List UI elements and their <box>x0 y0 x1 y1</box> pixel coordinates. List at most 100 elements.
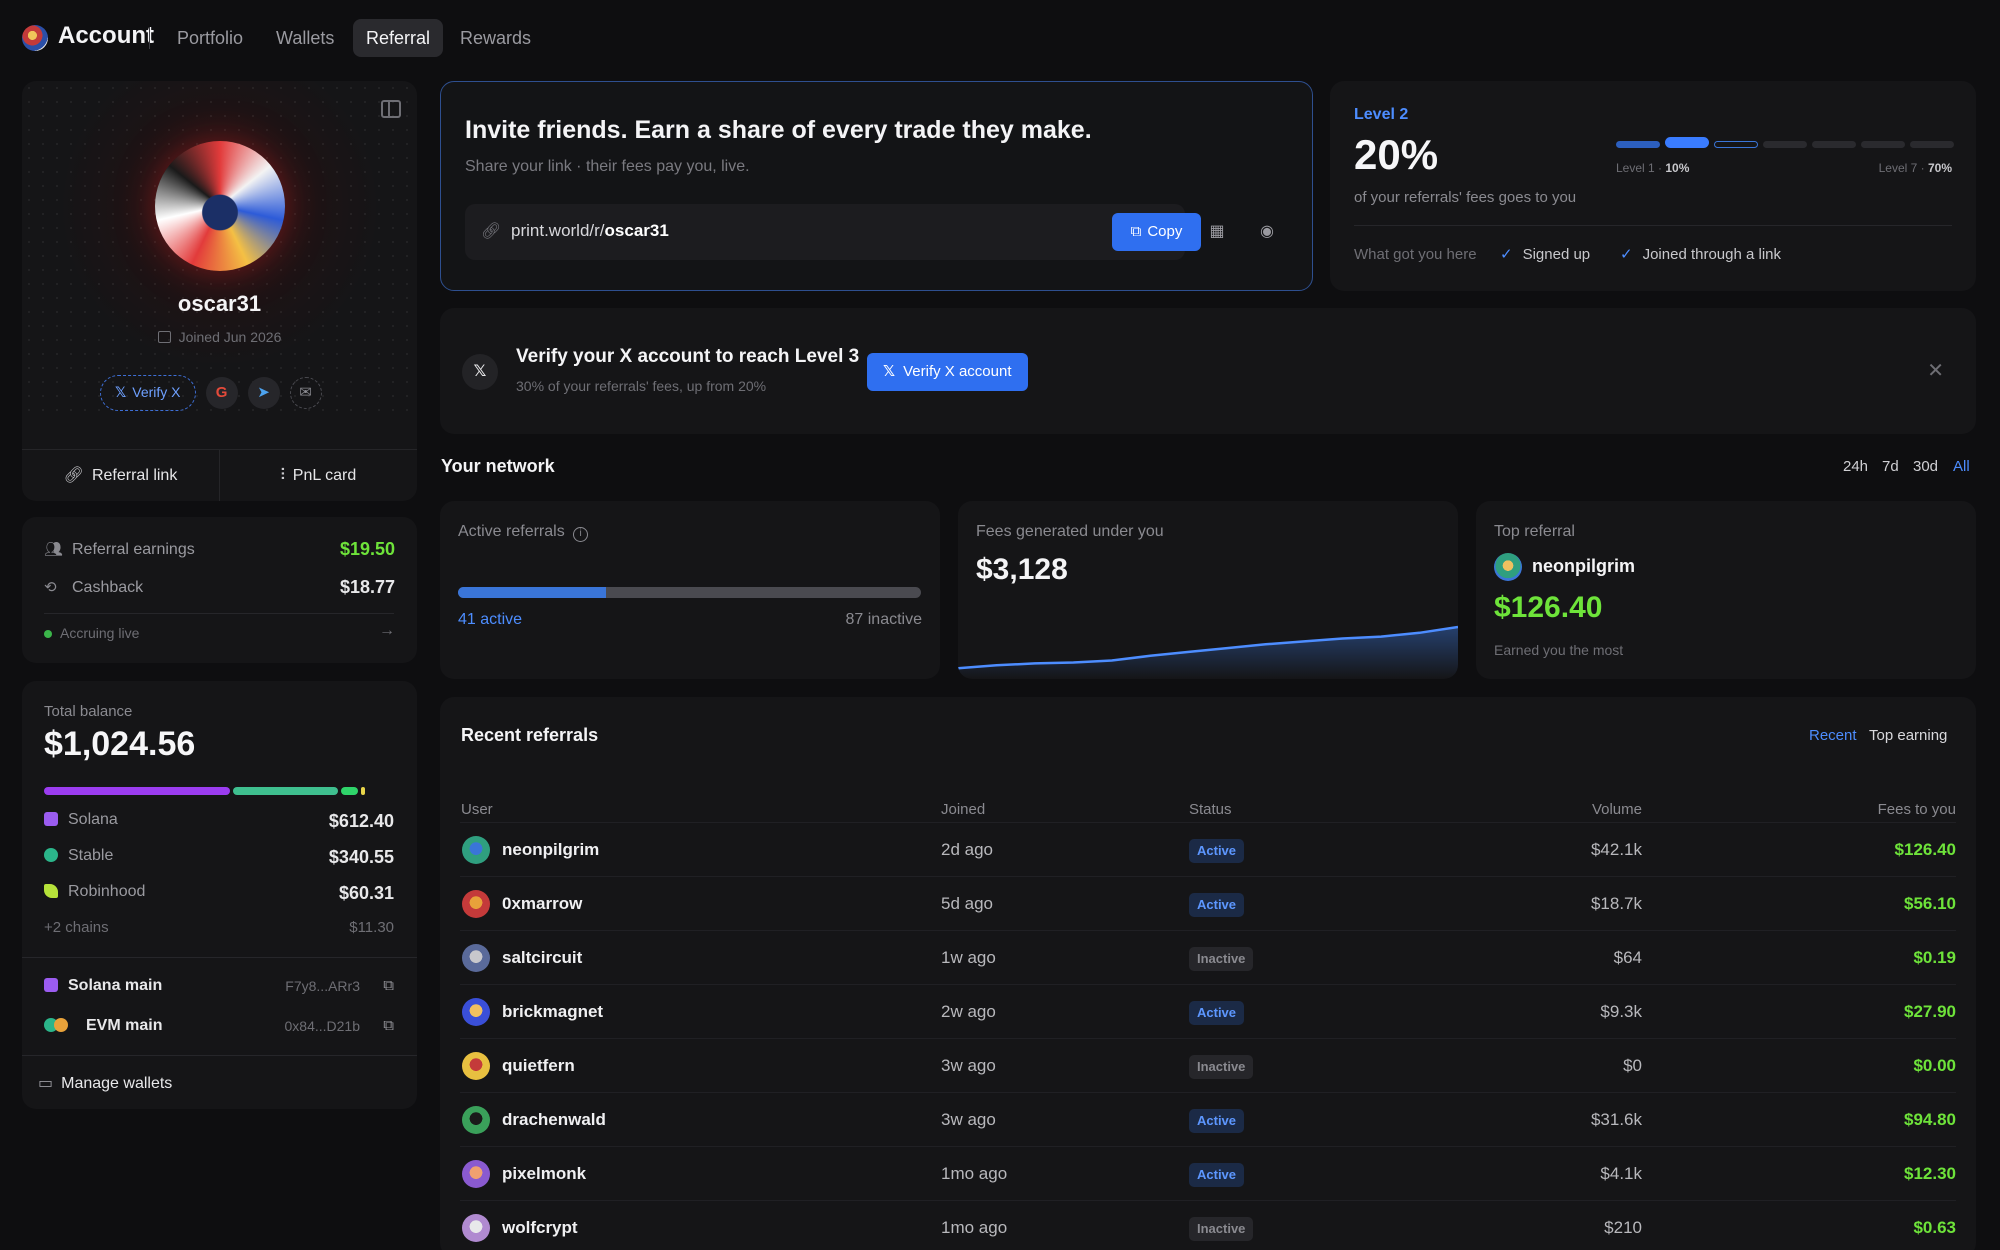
user-avatar <box>462 1160 490 1188</box>
copy-icon: ⧉ <box>1130 223 1142 240</box>
range-24h[interactable]: 24h <box>1843 458 1868 475</box>
accruing-live-label: Accruing live <box>60 625 140 641</box>
level-segment <box>1714 141 1758 148</box>
table-row[interactable]: wolfcrypt 1mo ago Inactive $210 $0.63 <box>460 1200 1956 1250</box>
user-name[interactable]: pixelmonk <box>502 1147 586 1201</box>
fees-trend-area <box>958 627 1458 679</box>
user-name[interactable]: quietfern <box>502 1039 575 1093</box>
user-name[interactable]: neonpilgrim <box>502 823 599 877</box>
column-volume[interactable]: Volume <box>1592 801 1642 818</box>
collapse-sidebar-icon[interactable] <box>381 100 401 118</box>
referral-earnings-label: Referral earnings <box>72 541 195 558</box>
column-status[interactable]: Status <box>1189 801 1232 818</box>
status-badge: Active <box>1189 893 1245 917</box>
range-30d[interactable]: 30d <box>1913 458 1938 475</box>
column-user[interactable]: User <box>461 801 493 818</box>
close-icon[interactable]: ✕ <box>1927 358 1944 383</box>
verify-x-account-label: Verify X account <box>903 363 1012 380</box>
avatar <box>155 141 285 271</box>
volume-cell: $42.1k <box>1590 840 1642 859</box>
reason-signed-up: ✓ Signed up <box>1500 245 1590 263</box>
column-joined[interactable]: Joined <box>941 801 985 818</box>
qr-code-icon[interactable]: ▦ <box>1201 216 1233 248</box>
top-referral-label: Top referral <box>1494 523 1575 540</box>
table-row[interactable]: neonpilgrim 2d ago Active $42.1k $126.40 <box>460 822 1956 876</box>
table-row[interactable]: saltcircuit 1w ago Inactive $64 $0.19 <box>460 930 1956 984</box>
eye-icon[interactable]: ◉ <box>1251 216 1283 248</box>
joined-cell: 3w ago <box>941 1056 996 1075</box>
total-balance-value: $1,024.56 <box>44 725 196 763</box>
tab-recent[interactable]: Recent <box>1809 727 1857 744</box>
more-chains-value: $11.30 <box>349 919 394 936</box>
google-icon[interactable]: G <box>205 377 238 409</box>
verify-x-button[interactable]: 𝕏 Verify X <box>100 375 196 411</box>
active-referrals-text: Active referrals <box>458 523 565 540</box>
check-icon: ✓ <box>1500 246 1513 263</box>
level-segment <box>1616 141 1660 148</box>
range-7d[interactable]: 7d <box>1882 458 1899 475</box>
copy-link-button[interactable]: ⧉ Copy <box>1112 213 1201 251</box>
level-card: Level 2 20% of your referrals' fees goes… <box>1330 81 1976 291</box>
tab-wallets[interactable]: Wallets <box>263 19 347 57</box>
top-referral-note: Earned you the most <box>1494 642 1624 658</box>
manage-wallets-button[interactable]: ▭ Manage wallets <box>38 1073 172 1093</box>
more-chains-row[interactable]: +2 chains $11.30 <box>44 919 394 937</box>
verify-x-account-button[interactable]: 𝕏 Verify X account <box>867 353 1028 391</box>
info-icon[interactable]: i <box>573 527 589 542</box>
arrow-right-icon[interactable]: → <box>379 622 395 640</box>
user-name[interactable]: wolfcrypt <box>502 1201 578 1250</box>
user-name[interactable]: drachenwald <box>502 1093 606 1147</box>
volume-cell: $18.7k <box>1590 894 1642 913</box>
tab-top-earning[interactable]: Top earning <box>1869 727 1947 744</box>
user-name[interactable]: 0xmarrow <box>502 877 582 931</box>
chain-row-stable: Stable $340.55 <box>44 847 394 867</box>
solana-icon <box>44 978 58 992</box>
level-start-text: Level 1 · <box>1616 161 1666 175</box>
mail-icon[interactable]: ✉ <box>289 377 322 409</box>
tab-portfolio[interactable]: Portfolio <box>164 19 256 57</box>
chain-name: Solana <box>68 811 118 828</box>
referral-link-text: print.world/r/oscar31 <box>511 221 669 241</box>
table-row[interactable]: brickmagnet 2w ago Active $9.3k $27.90 <box>460 984 1956 1038</box>
fees-cell: $27.90 <box>1904 1002 1956 1021</box>
telegram-icon[interactable]: ➤ <box>247 377 280 409</box>
link-icon: 🔗︎ <box>63 467 84 484</box>
wallet-address: F7y8...ARr3 <box>285 978 360 994</box>
joined-cell: 1mo ago <box>941 1218 1008 1237</box>
calendar-icon <box>157 331 171 343</box>
top-referral-avatar <box>1494 553 1522 581</box>
chain-name: Robinhood <box>68 883 146 900</box>
cashback-value: $18.77 <box>339 577 395 597</box>
volume-cell: $0 <box>1623 1056 1642 1075</box>
user-name[interactable]: brickmagnet <box>502 985 603 1039</box>
level-segment <box>1812 141 1856 148</box>
volume-cell: $9.3k <box>1600 1002 1642 1021</box>
x-logo-icon: 𝕏 <box>462 354 498 390</box>
copy-icon[interactable]: ⧉ <box>383 1017 394 1034</box>
reason-label: Signed up <box>1522 246 1591 263</box>
fees-card: Fees generated under you $3,128 <box>958 501 1458 679</box>
user-name[interactable]: saltcircuit <box>502 931 582 985</box>
nav-divider <box>149 27 150 49</box>
table-row[interactable]: 0xmarrow 5d ago Active $18.7k $56.10 <box>460 876 1956 930</box>
tab-rewards[interactable]: Rewards <box>447 19 544 57</box>
table-row[interactable]: pixelmonk 1mo ago Active $4.1k $12.30 <box>460 1146 1956 1200</box>
recent-referrals-card: Recent referrals Recent Top earning User… <box>440 697 1976 1250</box>
pnl-card-button[interactable]: ⫶ PnL card <box>219 450 417 501</box>
referral-link-button[interactable]: 🔗︎ Referral link <box>22 450 219 501</box>
range-all[interactable]: All <box>1953 458 1970 475</box>
link-prefix: print.world/r/ <box>511 221 605 240</box>
wallet-name: Solana main <box>68 977 163 994</box>
copy-icon[interactable]: ⧉ <box>383 977 394 994</box>
wallet-row-solana: Solana main F7y8...ARr3 ⧉ <box>44 977 394 995</box>
table-row[interactable]: quietfern 3w ago Inactive $0 $0.00 <box>460 1038 1956 1092</box>
level-name: Level 2 <box>1354 106 1409 123</box>
table-row[interactable]: drachenwald 3w ago Active $31.6k $94.80 <box>460 1092 1956 1146</box>
referral-link-field[interactable]: 🔗︎ print.world/r/oscar31 ⧉ Copy <box>465 204 1201 260</box>
column-fees[interactable]: Fees to you <box>1878 801 1956 818</box>
username: oscar31 <box>177 291 262 316</box>
verify-x-label: Verify X <box>132 384 181 400</box>
tab-referral[interactable]: Referral <box>353 19 444 57</box>
cashback-label: Cashback <box>72 579 144 596</box>
brand-avatar[interactable] <box>22 25 48 51</box>
